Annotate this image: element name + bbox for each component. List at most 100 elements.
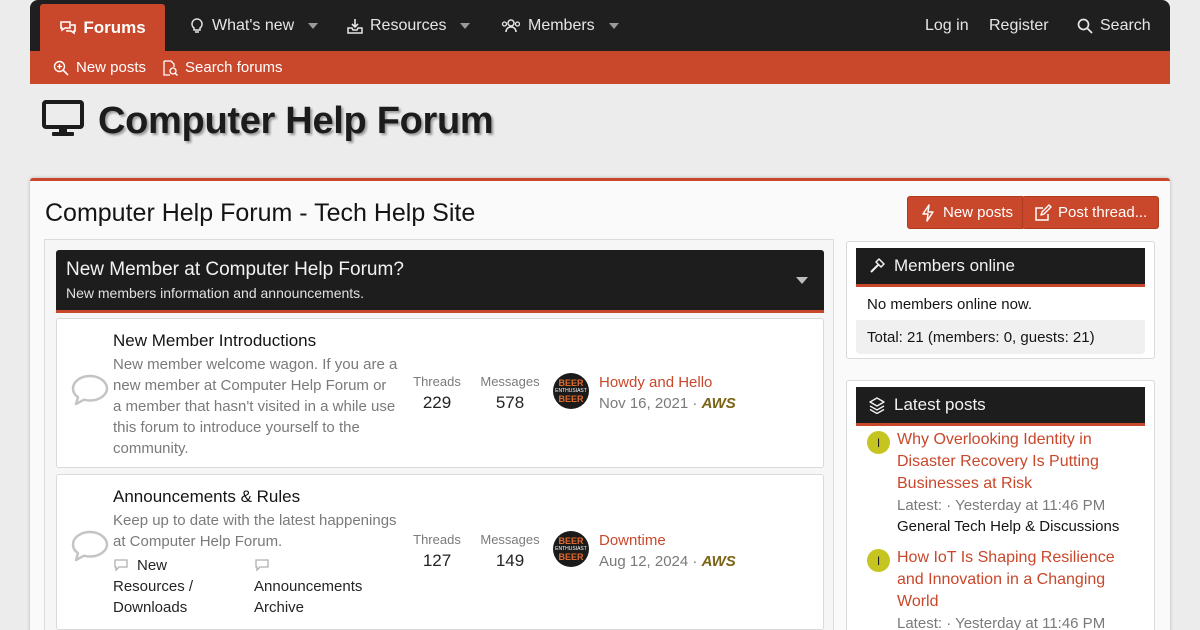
- chevron-down-icon[interactable]: [308, 22, 319, 29]
- subforum-chat-icon: [113, 557, 129, 572]
- threads-stat: Threads 127: [403, 532, 471, 571]
- forum-title[interactable]: New Member Introductions: [113, 331, 316, 351]
- post-thread-button-label: Post thread...: [1058, 204, 1148, 221]
- comments-icon: [59, 19, 77, 37]
- members-online-header[interactable]: Members online: [856, 248, 1145, 287]
- search-forums-label: Search forums: [185, 59, 283, 76]
- avatar[interactable]: BEER ENTHUSIAST BEER: [553, 373, 589, 409]
- tab-label: Resources: [370, 16, 447, 34]
- category-header[interactable]: New Member at Computer Help Forum? New m…: [56, 250, 824, 313]
- tab-whats-new[interactable]: What's new: [188, 0, 319, 51]
- avatar[interactable]: I: [867, 549, 890, 572]
- login-label: Log in: [925, 16, 969, 34]
- messages-count: 149: [495, 551, 525, 570]
- last-post-meta: Aug 12, 2024 · AWS: [599, 553, 736, 570]
- forum-description: New member welcome wagon. If you are a n…: [113, 356, 398, 457]
- forum-chat-icon: [71, 529, 109, 563]
- register-link[interactable]: Register: [989, 0, 1049, 51]
- members-online-title: Members online: [894, 256, 1015, 275]
- threads-count: 127: [422, 551, 452, 570]
- tab-members[interactable]: Members: [500, 0, 619, 51]
- forum-chat-icon: [71, 373, 109, 407]
- forum-title[interactable]: Announcements & Rules: [113, 487, 300, 507]
- latest-posts-widget: Latest posts I Why Overlooking Identity …: [846, 380, 1155, 630]
- threads-stat: Threads 229: [403, 374, 471, 413]
- register-label: Register: [989, 16, 1049, 34]
- forum-category: New Member at Computer Help Forum? New m…: [44, 239, 834, 630]
- site-logo[interactable]: Computer Help Forum: [42, 100, 494, 143]
- collapse-toggle-icon[interactable]: [796, 277, 808, 284]
- search-document-icon: [162, 59, 178, 76]
- messages-stat: Messages 578: [475, 374, 545, 413]
- main-content: Computer Help Forum - Tech Help Site New…: [30, 178, 1170, 630]
- chevron-down-icon[interactable]: [460, 22, 471, 29]
- avatar-text-bottom: BEER: [558, 393, 584, 404]
- post-thread-button[interactable]: Post thread...: [1022, 196, 1160, 229]
- latest-post-meta[interactable]: Latest: · Yesterday at 11:46 PM: [897, 497, 1105, 514]
- last-post-date[interactable]: Aug 12, 2024 ·: [599, 553, 697, 570]
- category-description: New members information and announcement…: [66, 285, 365, 301]
- search-plus-icon: [53, 60, 69, 76]
- latest-post-item: I How IoT Is Shaping Resilience and Inno…: [867, 547, 1147, 630]
- lightbulb-icon: [188, 17, 206, 35]
- latest-post-forum[interactable]: General Tech Help & Discussions: [897, 518, 1119, 535]
- search-icon: [1076, 17, 1094, 35]
- latest-post-title[interactable]: Why Overlooking Identity in Disaster Rec…: [897, 429, 1137, 495]
- avatar[interactable]: I: [867, 431, 890, 454]
- subforum-link[interactable]: Announcements Archive: [254, 555, 394, 618]
- avatar-text-bottom: BEER: [558, 551, 584, 562]
- new-posts-link[interactable]: New posts: [53, 51, 146, 84]
- chevron-down-icon[interactable]: [608, 22, 619, 29]
- threads-label: Threads: [413, 374, 461, 389]
- latest-posts-title: Latest posts: [894, 395, 986, 414]
- last-post-user[interactable]: AWS: [702, 553, 736, 570]
- new-posts-button[interactable]: New posts: [907, 196, 1026, 229]
- threads-label: Threads: [413, 532, 461, 547]
- bolt-icon: [919, 203, 937, 222]
- new-posts-label: New posts: [76, 59, 147, 76]
- hammer-icon: [868, 257, 886, 275]
- last-post-date[interactable]: Nov 16, 2021 ·: [599, 395, 697, 412]
- latest-post-item: I Why Overlooking Identity in Disaster R…: [867, 429, 1147, 541]
- members-online-total: Total: 21 (members: 0, guests: 21): [856, 320, 1145, 354]
- search-label: Search: [1100, 16, 1151, 34]
- last-post-title[interactable]: Downtime: [599, 532, 666, 549]
- last-post-title[interactable]: Howdy and Hello: [599, 374, 712, 391]
- search-forums-link[interactable]: Search forums: [162, 51, 283, 84]
- tab-forums[interactable]: Forums: [40, 4, 165, 51]
- page-title: Computer Help Forum - Tech Help Site: [45, 199, 476, 227]
- top-navigation: Forums What's new Resources Members Log …: [30, 0, 1170, 51]
- forum-node: Announcements & Rules Keep up to date wi…: [56, 474, 824, 630]
- threads-count: 229: [422, 393, 452, 412]
- avatar[interactable]: BEER ENTHUSIAST BEER: [553, 531, 589, 567]
- forum-description: Keep up to date with the latest happenin…: [113, 512, 397, 550]
- last-post-user[interactable]: AWS: [702, 395, 736, 412]
- subforum-label: Announcements Archive: [254, 578, 363, 616]
- edit-icon: [1034, 203, 1052, 222]
- site-title: Computer Help Forum: [98, 100, 494, 142]
- tab-resources[interactable]: Resources: [346, 0, 471, 51]
- messages-count: 578: [495, 393, 525, 412]
- members-online-status: No members online now.: [867, 296, 1033, 313]
- tab-label: Forums: [83, 17, 146, 37]
- download-icon: [346, 17, 364, 35]
- tab-label: What's new: [212, 16, 295, 34]
- members-online-widget: Members online No members online now. To…: [846, 241, 1155, 359]
- login-link[interactable]: Log in: [925, 0, 969, 51]
- avatar-text-top: BEER: [558, 377, 584, 388]
- monitor-icon: [42, 100, 84, 143]
- search-button[interactable]: Search: [1076, 0, 1151, 51]
- forum-node: New Member Introductions New member welc…: [56, 318, 824, 468]
- users-icon: [500, 17, 522, 35]
- messages-stat: Messages 149: [475, 532, 545, 571]
- latest-posts-header[interactable]: Latest posts: [856, 387, 1145, 426]
- latest-post-title[interactable]: How IoT Is Shaping Resilience and Innova…: [897, 547, 1137, 613]
- latest-post-meta[interactable]: Latest: · Yesterday at 11:46 PM: [897, 615, 1105, 630]
- subforum-link[interactable]: New Resources / Downloads: [113, 555, 233, 618]
- messages-label: Messages: [480, 374, 540, 389]
- sub-navigation: New posts Search forums: [30, 51, 1170, 84]
- subforum-chat-icon: [254, 557, 270, 572]
- category-title[interactable]: New Member at Computer Help Forum?: [66, 259, 404, 281]
- new-posts-button-label: New posts: [943, 204, 1014, 221]
- messages-label: Messages: [480, 532, 540, 547]
